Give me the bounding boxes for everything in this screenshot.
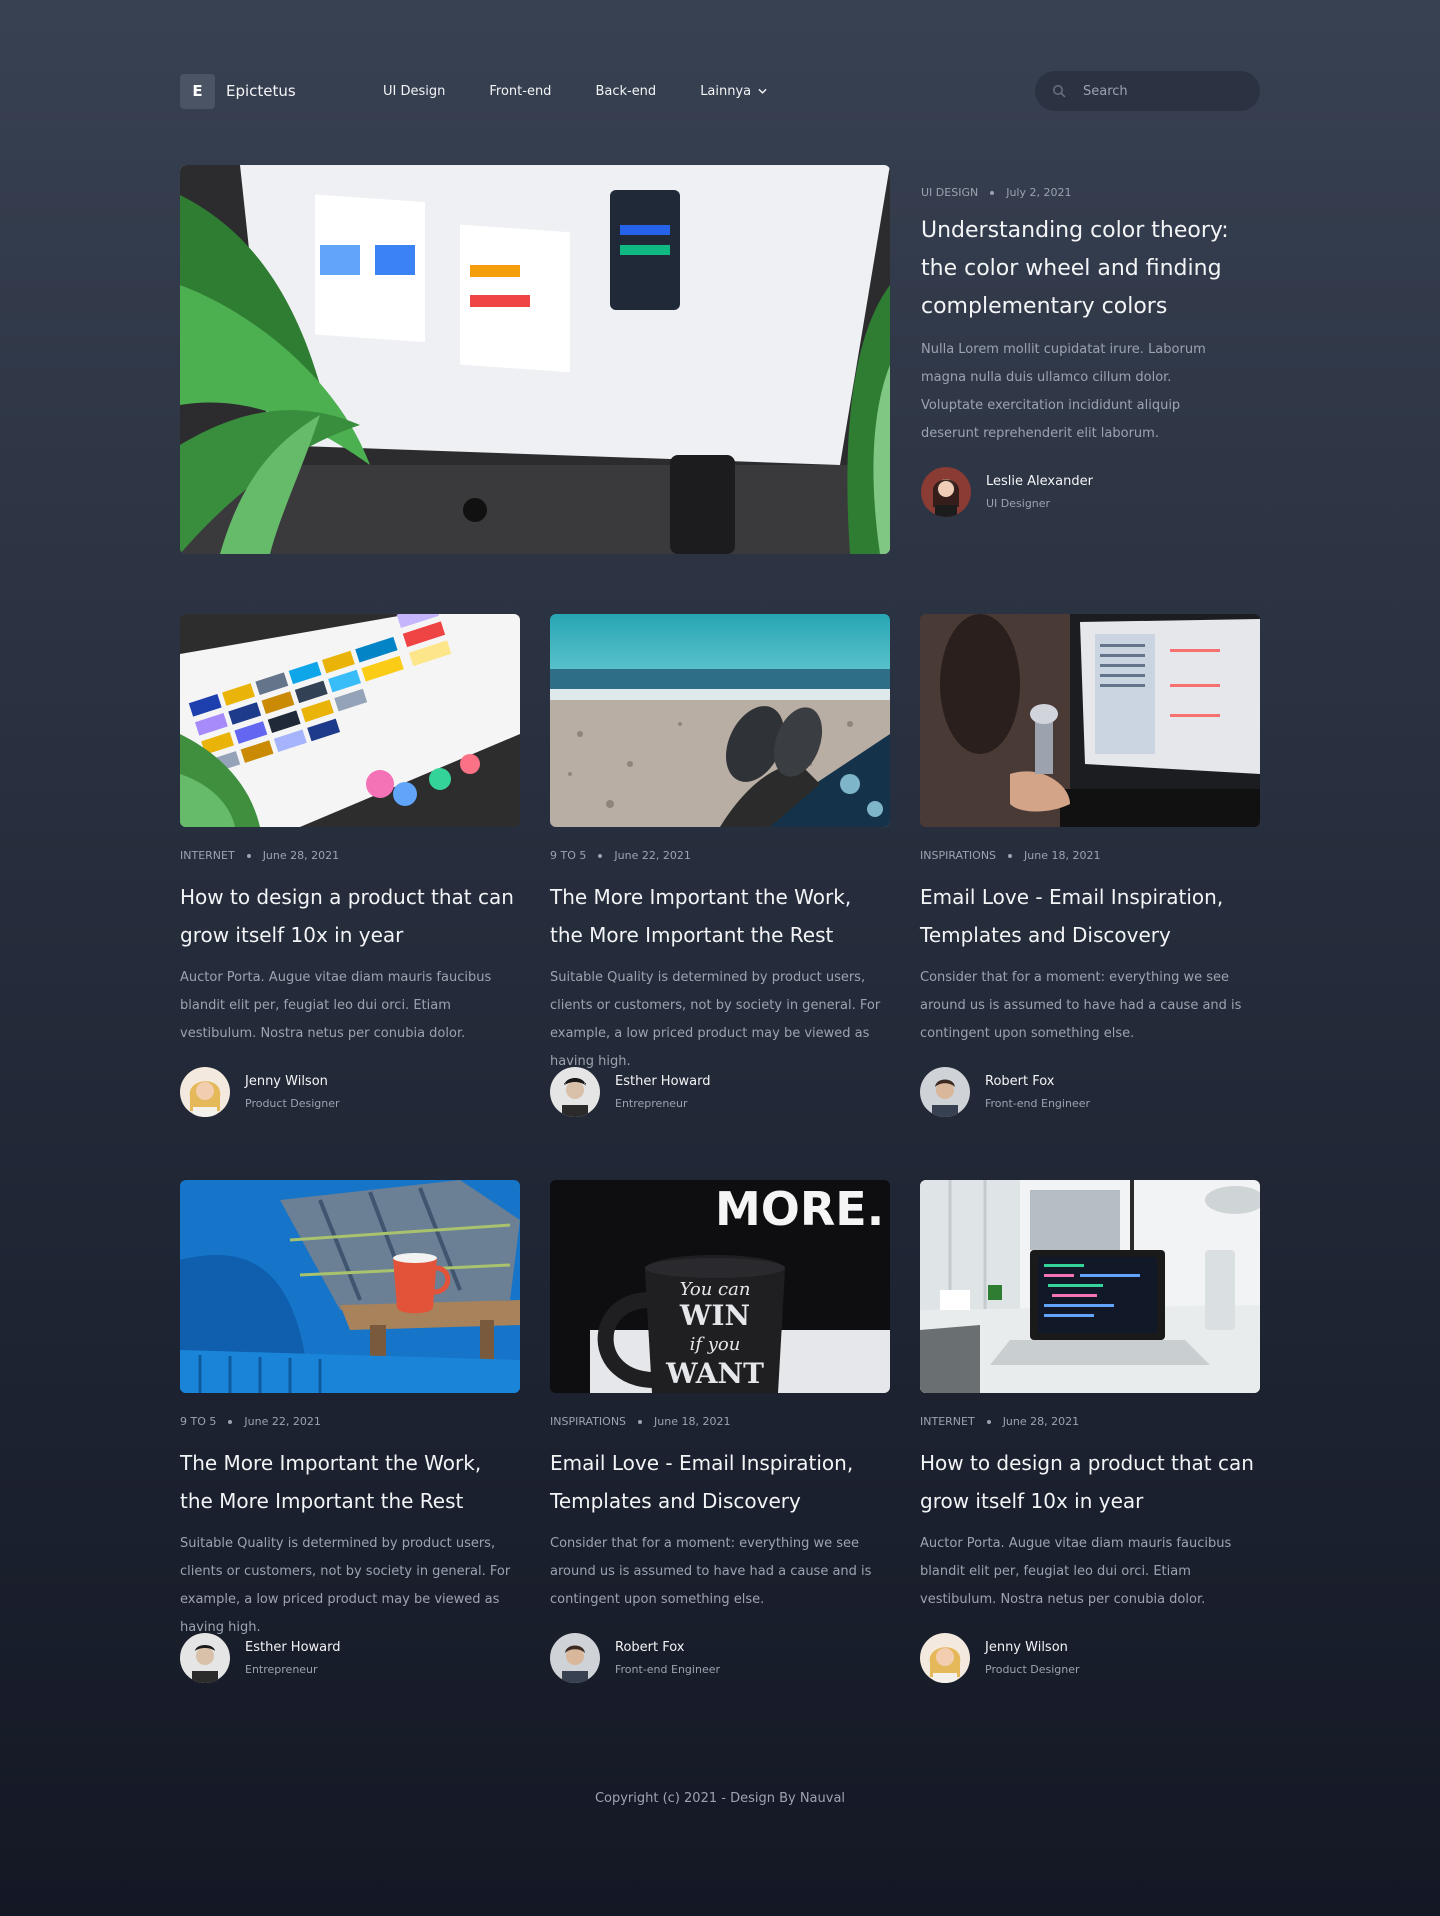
post-excerpt: Auctor Porta. Augue vitae diam mauris fa… xyxy=(920,1536,1232,1607)
search-box[interactable] xyxy=(1035,71,1260,111)
meta-separator xyxy=(598,853,603,858)
author-role: Front-end Engineer xyxy=(985,1097,1090,1110)
author-role: Product Designer xyxy=(245,1097,340,1110)
nav-item-ui-design[interactable]: UI Design xyxy=(383,84,445,99)
category-label[interactable]: 9 TO 5 xyxy=(550,849,586,862)
image-text-top: MORE. xyxy=(715,1182,884,1236)
nav-item-more-dropdown[interactable]: Lainnya xyxy=(700,84,767,99)
featured-post-image[interactable] xyxy=(180,165,890,554)
author-name: Robert Fox xyxy=(985,1074,1055,1089)
category-label[interactable]: INSPIRATIONS xyxy=(920,849,996,862)
post-author[interactable]: Esther Howard Entrepreneur xyxy=(180,1633,480,1683)
navbar: E Epictetus UI Design Front-end Back-end… xyxy=(180,71,1260,111)
author-name: Jenny Wilson xyxy=(245,1074,328,1089)
avatar xyxy=(550,1067,600,1117)
featured-meta: UI DESIGN July 2, 2021 xyxy=(921,186,1071,199)
post-author[interactable]: Robert Fox Front-end Engineer xyxy=(550,1633,850,1683)
post-date: June 18, 2021 xyxy=(1024,849,1101,862)
post-date: July 2, 2021 xyxy=(1006,186,1072,199)
post-meta: 9 TO 5 June 22, 2021 xyxy=(550,849,691,862)
post-image[interactable] xyxy=(180,614,520,827)
search-icon xyxy=(1053,85,1066,98)
featured-excerpt: Nulla Lorem mollit cupidatat irure. Labo… xyxy=(921,342,1206,441)
brand-name[interactable]: Epictetus xyxy=(226,82,296,100)
post-title[interactable]: Email Love - Email Inspiration, Template… xyxy=(550,1444,890,1520)
author-role: Product Designer xyxy=(985,1663,1080,1676)
post-meta: INTERNET June 28, 2021 xyxy=(180,849,339,862)
post-image[interactable] xyxy=(920,1180,1260,1393)
category-label[interactable]: INTERNET xyxy=(180,849,235,862)
meta-separator xyxy=(1008,853,1013,858)
post-meta: INTERNET June 28, 2021 xyxy=(920,1415,1079,1428)
post-title[interactable]: The More Important the Work, the More Im… xyxy=(180,1444,520,1520)
author-role: Entrepreneur xyxy=(615,1097,688,1110)
post-excerpt: Auctor Porta. Augue vitae diam mauris fa… xyxy=(180,970,492,1041)
post-date: June 22, 2021 xyxy=(614,849,691,862)
mug-text-4: WANT xyxy=(665,1357,764,1390)
meta-separator xyxy=(228,1419,233,1424)
logo-mark[interactable]: E xyxy=(180,74,215,109)
avatar xyxy=(921,467,971,517)
post-meta: 9 TO 5 June 22, 2021 xyxy=(180,1415,321,1428)
featured-title[interactable]: Understanding color theory: the color wh… xyxy=(921,212,1260,326)
post-date: June 18, 2021 xyxy=(654,1415,731,1428)
meta-separator xyxy=(990,190,995,195)
mug-text-3: if you xyxy=(690,1334,741,1355)
post-meta: INSPIRATIONS June 18, 2021 xyxy=(550,1415,730,1428)
post-date: June 22, 2021 xyxy=(244,1415,321,1428)
author-name: Jenny Wilson xyxy=(985,1640,1068,1655)
meta-separator xyxy=(638,1419,643,1424)
search-input[interactable] xyxy=(1083,81,1243,101)
author-name: Robert Fox xyxy=(615,1640,685,1655)
main-menu: UI Design Front-end Back-end Lainnya xyxy=(383,84,767,99)
chevron-down-icon xyxy=(758,88,767,94)
post-title[interactable]: How to design a product that can grow it… xyxy=(920,1444,1260,1520)
author-name: Esther Howard xyxy=(245,1640,341,1655)
nav-item-front-end[interactable]: Front-end xyxy=(489,84,551,99)
footer-copyright: Copyright (c) 2021 - Design By Nauval xyxy=(594,1791,846,1806)
avatar xyxy=(180,1633,230,1683)
post-image[interactable] xyxy=(920,614,1260,827)
post-image[interactable] xyxy=(550,614,890,827)
post-author[interactable]: Robert Fox Front-end Engineer xyxy=(920,1067,1220,1117)
post-image[interactable] xyxy=(180,1180,520,1393)
avatar xyxy=(920,1633,970,1683)
post-excerpt: Consider that for a moment: everything w… xyxy=(920,970,1242,1041)
author-name: Esther Howard xyxy=(615,1074,711,1089)
post-excerpt: Consider that for a moment: everything w… xyxy=(550,1536,872,1607)
post-title[interactable]: How to design a product that can grow it… xyxy=(180,878,520,954)
post-title[interactable]: Email Love - Email Inspiration, Template… xyxy=(920,878,1260,954)
nav-item-back-end[interactable]: Back-end xyxy=(595,84,656,99)
category-label[interactable]: 9 TO 5 xyxy=(180,1415,216,1428)
author-role: UI Designer xyxy=(986,497,1051,510)
author-role: Entrepreneur xyxy=(245,1663,318,1676)
post-date: June 28, 2021 xyxy=(262,849,340,862)
avatar xyxy=(180,1067,230,1117)
post-image[interactable]: MORE. You can WIN if you WANT xyxy=(550,1180,890,1393)
category-label[interactable]: INSPIRATIONS xyxy=(550,1415,626,1428)
author-role: Front-end Engineer xyxy=(615,1663,720,1676)
post-author[interactable]: Esther Howard Entrepreneur xyxy=(550,1067,850,1117)
post-meta: INSPIRATIONS June 18, 2021 xyxy=(920,849,1100,862)
post-date: June 28, 2021 xyxy=(1002,1415,1080,1428)
post-excerpt: Suitable Quality is determined by produc… xyxy=(550,970,881,1069)
nav-more-label: Lainnya xyxy=(700,84,752,99)
category-label[interactable]: UI DESIGN xyxy=(921,186,978,199)
post-title[interactable]: The More Important the Work, the More Im… xyxy=(550,878,890,954)
avatar xyxy=(920,1067,970,1117)
featured-author[interactable]: Leslie Alexander UI Designer xyxy=(921,467,1221,517)
mug-text-2: WIN xyxy=(679,1299,750,1332)
avatar xyxy=(550,1633,600,1683)
author-name: Leslie Alexander xyxy=(986,474,1093,489)
mug-text-1: You can xyxy=(680,1279,751,1300)
post-author[interactable]: Jenny Wilson Product Designer xyxy=(180,1067,480,1117)
post-excerpt: Suitable Quality is determined by produc… xyxy=(180,1536,511,1635)
meta-separator xyxy=(986,1419,991,1424)
category-label[interactable]: INTERNET xyxy=(920,1415,975,1428)
meta-separator xyxy=(246,853,251,858)
post-author[interactable]: Jenny Wilson Product Designer xyxy=(920,1633,1220,1683)
